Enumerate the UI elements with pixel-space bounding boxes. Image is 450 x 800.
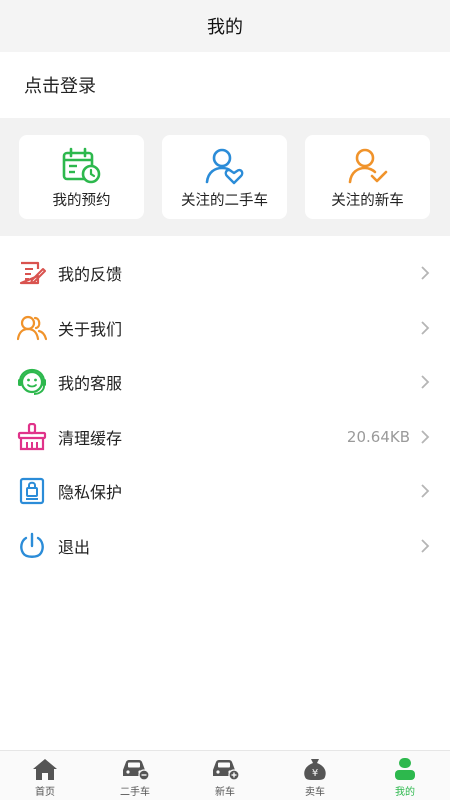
customer-service-icon [17,367,47,397]
chevron-right-icon [421,430,430,444]
money-bag-icon: ¥ [304,759,326,780]
login-row[interactable]: 点击登录 [0,52,450,118]
chevron-right-icon [421,321,430,335]
menu-label: 我的反馈 [58,265,123,285]
menu-item-feedback[interactable]: 我的反馈 [0,246,450,301]
broom-icon [17,422,47,452]
power-icon [17,531,47,561]
menu-label: 我的客服 [58,374,123,394]
privacy-lock-icon [17,476,47,506]
login-link[interactable]: 点击登录 [24,72,96,98]
title-bar: 我的 [0,0,450,52]
page-title: 我的 [207,17,243,38]
card-my-appointments[interactable]: 我的预约 [19,135,144,219]
menu-item-privacy[interactable]: 隐私保护 [0,464,450,519]
menu-item-logout[interactable]: 退出 [0,519,450,574]
user-check-icon [348,148,387,184]
menu-item-customer-service[interactable]: 我的客服 [0,355,450,410]
card-label: 我的预约 [52,193,111,209]
menu-label: 清理缓存 [58,428,123,448]
calendar-clock-icon [62,147,100,184]
tab-label: 卖车 [305,787,325,798]
feedback-icon [17,258,47,288]
home-icon [33,759,57,780]
users-icon [17,313,47,343]
card-followed-new-cars[interactable]: 关注的新车 [305,135,430,219]
menu-item-about-us[interactable]: 关于我们 [0,301,450,356]
card-label: 关注的二手车 [181,193,268,209]
tab-label: 新车 [215,787,235,798]
used-car-icon [123,760,150,781]
user-heart-icon [205,148,243,185]
chevron-right-icon [421,375,430,389]
new-car-icon [213,760,240,781]
cache-size: 20.64KB [346,427,410,446]
menu-label: 退出 [58,537,91,557]
menu-item-clear-cache[interactable]: 清理缓存 20.64KB [0,410,450,465]
tab-label: 首页 [35,787,55,798]
card-followed-used-cars[interactable]: 关注的二手车 [162,135,287,219]
chevron-right-icon [421,484,430,498]
quick-cards: 我的预约 关注的二手车 关注的新车 [0,118,450,236]
menu-label: 关于我们 [58,319,123,339]
card-label: 关注的新车 [331,193,404,209]
tab-profile[interactable]: 我的 [360,751,450,800]
svg-text:¥: ¥ [312,768,318,779]
tab-label: 二手车 [120,787,150,798]
profile-icon [395,758,415,780]
tab-home[interactable]: 首页 [0,751,90,800]
tab-sell-car[interactable]: ¥ 卖车 [270,751,360,800]
tab-new-cars[interactable]: 新车 [180,751,270,800]
chevron-right-icon [421,539,430,553]
settings-menu: 我的反馈 关于我们 我的客服 清理缓存 20.64KB 隐私保护 退出 [0,246,450,573]
menu-label: 隐私保护 [58,483,123,503]
tab-label: 我的 [395,787,415,798]
chevron-right-icon [421,266,430,280]
tab-used-cars[interactable]: 二手车 [90,751,180,800]
bottom-tab-bar: 首页 二手车 新车 ¥ 卖车 我的 [0,750,450,800]
